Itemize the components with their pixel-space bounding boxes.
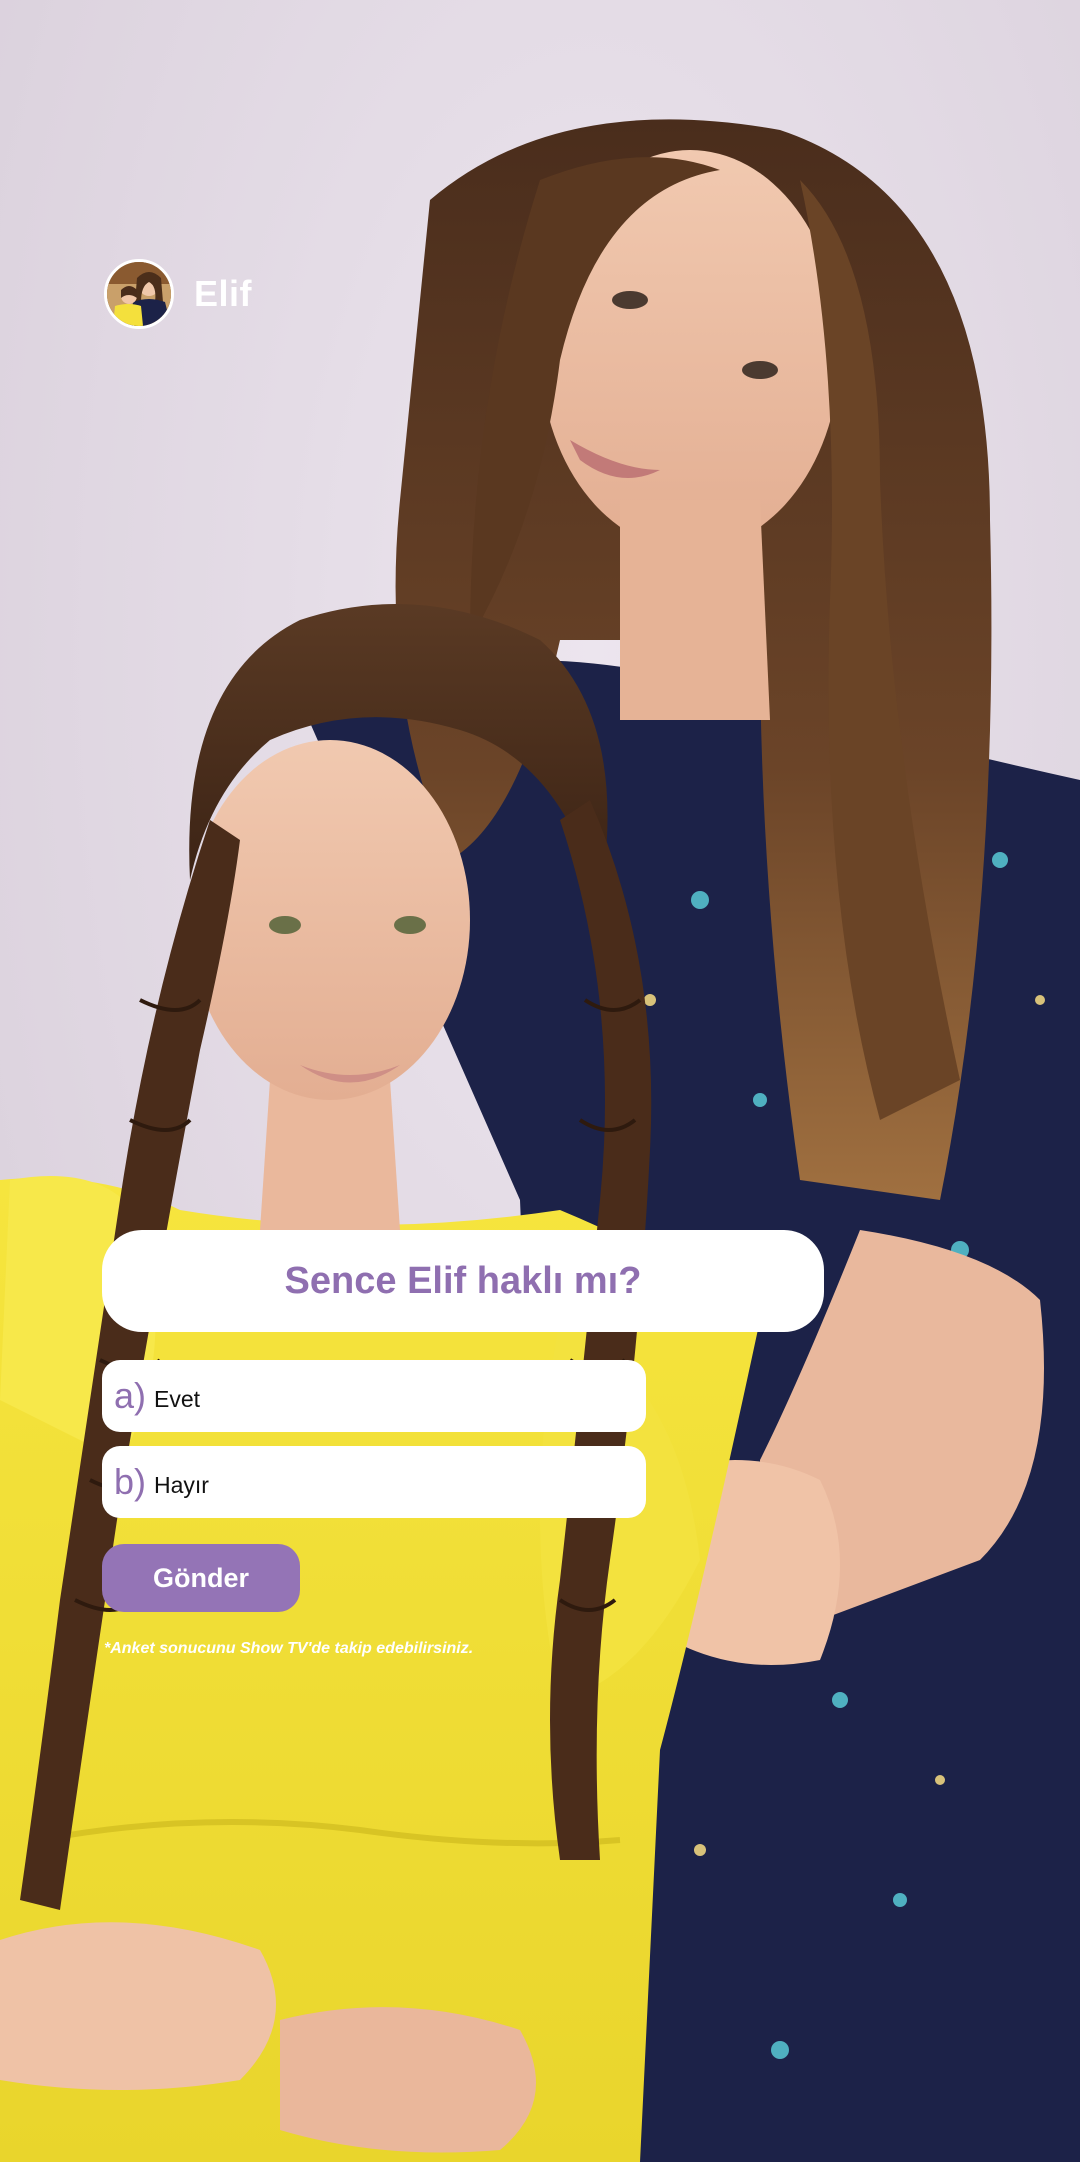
poll-question: Sence Elif haklı mı?: [284, 1259, 642, 1302]
channel-avatar-icon: [107, 262, 171, 326]
option-letter-b: b): [114, 1461, 147, 1502]
poll-disclaimer: *Anket sonucunu Show TV'de takip edebili…: [104, 1640, 474, 1657]
submit-button[interactable]: Gönder: [102, 1544, 300, 1612]
channel-name: Elif: [194, 273, 253, 314]
story-screen: Elif Sence Elif haklı mı? a) Evet b) Hay…: [0, 0, 1080, 2162]
story-header: Elif: [104, 258, 252, 330]
option-letter-a: a): [114, 1375, 147, 1416]
poll-option-b[interactable]: b) Hayır: [102, 1446, 646, 1518]
poll-question-card: Sence Elif haklı mı?: [102, 1230, 824, 1332]
option-label-b: Hayır: [154, 1471, 209, 1498]
avatar[interactable]: [104, 259, 174, 329]
option-label-a: Evet: [154, 1385, 201, 1412]
poll-option-a[interactable]: a) Evet: [102, 1360, 646, 1432]
